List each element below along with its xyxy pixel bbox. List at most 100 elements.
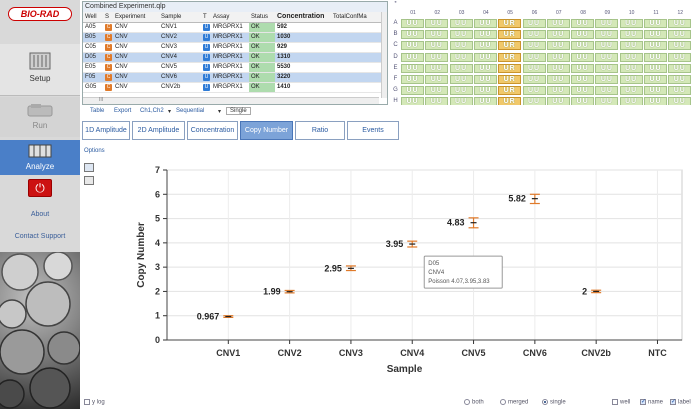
col-header-experiment[interactable]: Experiment (113, 12, 159, 23)
merged-radio[interactable]: merged (500, 399, 528, 406)
label-checkbox[interactable]: label (670, 399, 691, 406)
plate-column-header[interactable]: 09 (595, 10, 619, 16)
plate-well[interactable]: UU (546, 30, 570, 40)
col-header-s[interactable]: S (103, 12, 113, 23)
plate-well[interactable]: UU (595, 75, 619, 84)
plate-column-header[interactable]: 05 (498, 10, 522, 16)
tab-ratio[interactable]: Ratio (295, 121, 345, 140)
plate-well[interactable]: UU (619, 75, 643, 84)
plate-well[interactable]: UU (668, 75, 692, 84)
plate-well[interactable]: UU (425, 41, 449, 51)
table-row[interactable]: D05 C CNV CNV4 U MRGPRX1 OK 1310 (83, 52, 383, 63)
table-row[interactable]: A05 C CNV CNV1 U MRGPRX1 OK 592 (83, 22, 383, 33)
plate-well[interactable]: UU (449, 30, 473, 40)
plate-well[interactable]: UU (449, 75, 473, 84)
plate-well[interactable]: UU (449, 19, 473, 28)
plate-well[interactable]: UU (644, 86, 667, 96)
plate-well[interactable]: UU (522, 30, 546, 40)
tab-1d-amplitude[interactable]: 1D Amplitude (82, 121, 130, 140)
plate-well[interactable]: UU (546, 63, 570, 73)
plate-well[interactable]: UU (473, 30, 497, 40)
plate-well[interactable]: UR (498, 30, 522, 40)
plate-column-header[interactable]: 03 (450, 10, 474, 16)
plate-well[interactable]: UU (425, 75, 449, 84)
single-radio[interactable]: single (542, 399, 566, 406)
col-header-well[interactable]: Well (83, 12, 103, 23)
plate-well[interactable]: UU (595, 41, 619, 51)
plate-row-header[interactable]: F (391, 76, 400, 82)
plate-column-header[interactable]: 02 (425, 10, 449, 16)
plate-column-header[interactable]: 07 (547, 10, 571, 16)
plate-well[interactable]: UU (595, 97, 619, 105)
plate-well[interactable]: UU (449, 52, 473, 62)
power-button[interactable]: ⏻ (28, 179, 52, 197)
plate-well[interactable]: UU (571, 41, 595, 51)
plate-well[interactable]: UR (498, 52, 522, 62)
plate-well[interactable]: UU (619, 19, 643, 28)
plate-row-header[interactable]: G (391, 87, 400, 93)
plate-row-header[interactable]: A (391, 20, 400, 26)
copy-icon[interactable] (84, 163, 94, 172)
table-row[interactable]: C05 C CNV CNV3 U MRGPRX1 OK 929 (83, 42, 383, 53)
plate-well[interactable]: UU (644, 41, 667, 51)
plate-well[interactable]: UR (498, 75, 522, 84)
plate-well[interactable]: UU (401, 52, 424, 62)
plate-well[interactable]: UU (595, 30, 619, 40)
plate-well[interactable]: UU (401, 86, 424, 96)
tab-2d-amplitude[interactable]: 2D Amplitude (132, 121, 185, 140)
plate-well[interactable]: UU (546, 52, 570, 62)
plate-well[interactable]: UU (425, 63, 449, 73)
plate-well[interactable]: UR (498, 41, 522, 51)
print-icon[interactable] (84, 176, 94, 185)
plate-row-header[interactable]: E (391, 65, 400, 71)
channel-selector[interactable]: Ch1,Ch2 (140, 108, 164, 114)
plate-well[interactable]: UU (473, 19, 497, 28)
tab-copy-number[interactable]: Copy Number (240, 121, 293, 140)
plate-well[interactable]: UU (546, 86, 570, 96)
plate-well[interactable]: UU (425, 19, 449, 28)
plate-well[interactable]: UU (425, 30, 449, 40)
plate-well[interactable]: UU (668, 41, 692, 51)
table-link[interactable]: Table (90, 108, 104, 114)
plate-column-header[interactable]: 04 (474, 10, 498, 16)
ylog-checkbox[interactable]: y log (84, 399, 105, 406)
plate-well[interactable]: UU (473, 97, 497, 105)
plate-well[interactable]: UU (644, 97, 667, 105)
plate-well[interactable]: UU (644, 19, 667, 28)
both-radio[interactable]: both (464, 399, 484, 406)
table-row[interactable]: G05 C CNV CNV2b U MRGPRX1 OK 1410 (83, 82, 383, 93)
name-checkbox[interactable]: name (640, 399, 663, 406)
plate-well[interactable]: UU (595, 19, 619, 28)
well-checkbox[interactable]: well (612, 399, 630, 406)
plate-well[interactable]: UU (571, 52, 595, 62)
plate-well[interactable]: UU (473, 52, 497, 62)
tab-concentration[interactable]: Concentration (187, 121, 238, 140)
plate-well[interactable]: UU (546, 19, 570, 28)
table-horizontal-scrollbar[interactable]: III (83, 97, 379, 104)
plate-well[interactable]: UU (644, 52, 667, 62)
plate-well[interactable]: UU (425, 86, 449, 96)
plate-well[interactable]: UU (619, 52, 643, 62)
plate-well[interactable]: UU (473, 75, 497, 84)
plate-well[interactable]: UU (571, 63, 595, 73)
plate-well[interactable]: UU (644, 63, 667, 73)
plate-row-header[interactable]: H (391, 98, 400, 104)
nav-setup[interactable]: Setup (0, 44, 80, 96)
plate-well[interactable]: UU (522, 52, 546, 62)
plate-well[interactable]: UU (449, 41, 473, 51)
plate-well[interactable]: UU (571, 75, 595, 84)
plate-well[interactable]: UU (595, 86, 619, 96)
table-row[interactable]: F05 C CNV CNV6 U MRGPRX1 OK 3220 (83, 72, 383, 83)
col-header-totalconf[interactable]: TotalConfMa (331, 12, 383, 23)
plate-well[interactable]: UU (619, 63, 643, 73)
plate-well[interactable]: UU (473, 86, 497, 96)
plate-well[interactable]: UU (473, 41, 497, 51)
plate-well[interactable]: UU (522, 86, 546, 96)
plate-well[interactable]: UU (595, 63, 619, 73)
plate-well[interactable]: UU (401, 75, 424, 84)
plate-well[interactable]: UU (522, 97, 546, 105)
col-header-sample[interactable]: Sample (159, 12, 201, 23)
plate-well[interactable]: UU (668, 97, 692, 105)
col-header-t[interactable]: T (201, 12, 211, 23)
nav-analyze[interactable]: Analyze (0, 140, 80, 175)
